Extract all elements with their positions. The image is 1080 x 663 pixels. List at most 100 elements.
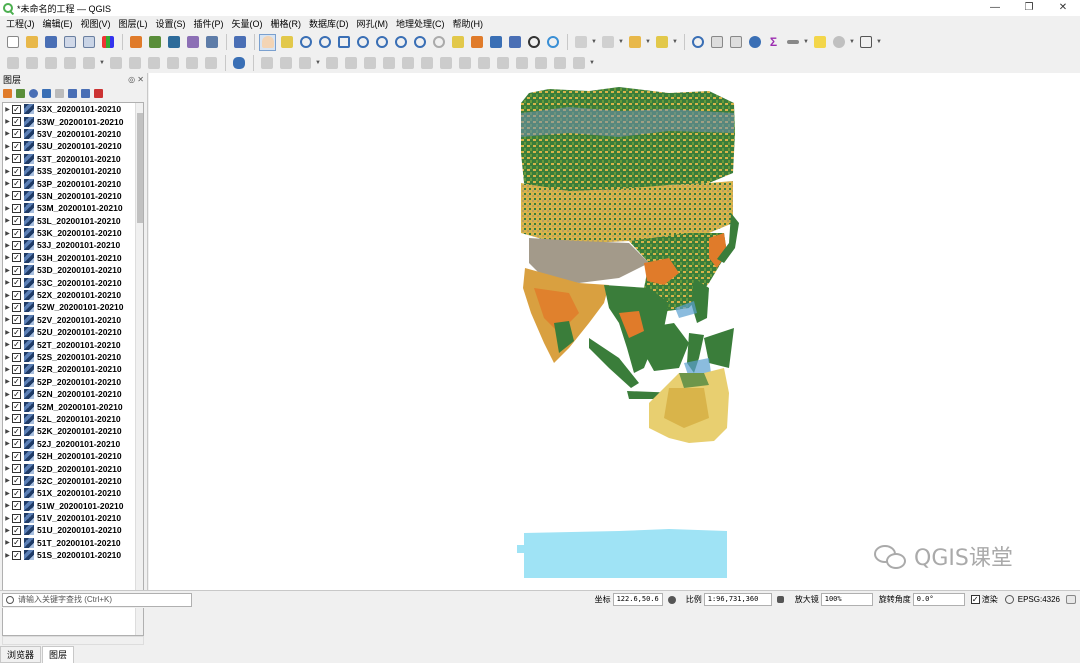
split-features-icon[interactable]	[456, 55, 473, 72]
zoom-out-icon[interactable]	[316, 34, 333, 51]
zoom-last-icon[interactable]	[411, 34, 428, 51]
scale-field[interactable]: 1:96,731,360	[703, 593, 772, 606]
layer-row[interactable]: ▶ ✓ 52V_20200101-20210	[3, 314, 143, 326]
layer-visibility-checkbox[interactable]: ✓	[12, 513, 21, 523]
new-project-icon[interactable]	[4, 34, 21, 51]
minimize-button[interactable]: —	[978, 0, 1012, 16]
layer-row[interactable]: ▶ ✓ 52U_20200101-20210	[3, 326, 143, 338]
layer-row[interactable]: ▶ ✓ 53K_20200101-20210	[3, 227, 143, 239]
layer-row[interactable]: ▶ ✓ 53L_20200101-20210	[3, 215, 143, 227]
layer-row[interactable]: ▶ ✓ 52D_20200101-20210	[3, 462, 143, 474]
database-icon[interactable]	[230, 55, 247, 72]
magnifier-field[interactable]: 100%	[820, 593, 873, 606]
new-print-layout-icon[interactable]	[61, 34, 78, 51]
select-features-icon[interactable]	[572, 34, 589, 51]
current-edits-icon[interactable]	[4, 55, 21, 72]
expand-arrow-icon[interactable]: ▶	[3, 515, 12, 522]
layer-visibility-checkbox[interactable]: ✓	[12, 253, 21, 263]
expand-arrow-icon[interactable]: ▶	[3, 118, 12, 125]
map-canvas[interactable]: QGIS课堂	[149, 73, 1080, 590]
render-checkbox[interactable]: ✓	[970, 595, 980, 604]
save-project-icon[interactable]	[42, 34, 59, 51]
tab-layers[interactable]: 图层	[42, 646, 75, 663]
layer-visibility-checkbox[interactable]: ✓	[12, 191, 21, 201]
redo-icon[interactable]	[202, 55, 219, 72]
lock-scale-icon[interactable]	[775, 594, 787, 606]
layer-row[interactable]: ▶ ✓ 51S_20200101-20210	[3, 549, 143, 561]
pin-labels-icon[interactable]	[570, 55, 587, 72]
expand-arrow-icon[interactable]: ▶	[3, 465, 12, 472]
chevron-down-icon[interactable]: ▼	[315, 60, 321, 66]
layer-row[interactable]: ▶ ✓ 53V_20200101-20210	[3, 128, 143, 140]
expand-arrow-icon[interactable]: ▶	[3, 490, 12, 497]
simplify-feature-icon[interactable]	[296, 55, 313, 72]
layer-tree[interactable]: ▶ ✓ 53X_20200101-20210 ▶ ✓ 53W_20200101-20210…	[2, 102, 144, 636]
locator-search[interactable]: 请输入关键字查找 (Ctrl+K)	[2, 592, 192, 607]
layer-visibility-checkbox[interactable]: ✓	[12, 117, 21, 127]
identify-features-icon[interactable]	[689, 34, 706, 51]
layer-visibility-checkbox[interactable]: ✓	[12, 203, 21, 213]
add-group-icon[interactable]	[16, 88, 25, 98]
chevron-down-icon[interactable]: ▼	[803, 39, 809, 45]
zoom-layer-icon[interactable]	[373, 34, 390, 51]
layer-row[interactable]: ▶ ✓ 51W_20200101-20210	[3, 500, 143, 512]
layer-row[interactable]: ▶ ✓ 53C_20200101-20210	[3, 276, 143, 288]
layer-row[interactable]: ▶ ✓ 52P_20200101-20210	[3, 376, 143, 388]
expand-arrow-icon[interactable]: ▶	[3, 329, 12, 336]
remove-layer-icon[interactable]	[94, 88, 103, 98]
layer-row[interactable]: ▶ ✓ 52L_20200101-20210	[3, 413, 143, 425]
layer-visibility-checkbox[interactable]: ✓	[12, 141, 21, 151]
expand-arrow-icon[interactable]: ▶	[3, 378, 12, 385]
expand-arrow-icon[interactable]: ▶	[3, 155, 12, 162]
add-feature-icon[interactable]	[61, 55, 78, 72]
expand-arrow-icon[interactable]: ▶	[3, 403, 12, 410]
layer-visibility-checkbox[interactable]: ✓	[12, 179, 21, 189]
horizontal-scrollbar[interactable]	[2, 636, 144, 645]
layer-visibility-checkbox[interactable]: ✓	[12, 525, 21, 535]
layer-visibility-checkbox[interactable]: ✓	[12, 290, 21, 300]
zoom-full-icon[interactable]	[335, 34, 352, 51]
menu-database[interactable]: 数据库(D)	[309, 17, 349, 30]
expand-arrow-icon[interactable]: ▶	[3, 341, 12, 348]
layer-row[interactable]: ▶ ✓ 53M_20200101-20210	[3, 202, 143, 214]
menu-raster[interactable]: 栅格(R)	[271, 17, 302, 30]
layer-visibility-checkbox[interactable]: ✓	[12, 302, 21, 312]
messages-icon[interactable]	[1064, 593, 1078, 607]
delete-selected-icon[interactable]	[107, 55, 124, 72]
menu-project[interactable]: 工程(J)	[6, 17, 35, 30]
panel-float-close-icons[interactable]: ◎ ✕	[128, 75, 144, 84]
chevron-down-icon[interactable]: ▼	[849, 39, 855, 45]
layer-row[interactable]: ▶ ✓ 53U_20200101-20210	[3, 140, 143, 152]
layer-row[interactable]: ▶ ✓ 52K_20200101-20210	[3, 425, 143, 437]
rotate-feature-icon[interactable]	[277, 55, 294, 72]
expand-arrow-icon[interactable]: ▶	[3, 217, 12, 224]
rotation-field[interactable]: 0.0°	[912, 593, 965, 606]
expand-arrow-icon[interactable]: ▶	[3, 453, 12, 460]
expand-arrow-icon[interactable]: ▶	[3, 304, 12, 311]
delete-part-icon[interactable]	[399, 55, 416, 72]
expand-arrow-icon[interactable]: ▶	[3, 552, 12, 559]
expand-arrow-icon[interactable]: ▶	[3, 440, 12, 447]
select-by-value-icon[interactable]	[599, 34, 616, 51]
expand-arrow-icon[interactable]: ▶	[3, 130, 12, 137]
advanced-digitizing-icon[interactable]	[258, 55, 275, 72]
layer-visibility-checkbox[interactable]: ✓	[12, 228, 21, 238]
split-parts-icon[interactable]	[475, 55, 492, 72]
close-button[interactable]: ✕	[1046, 0, 1080, 16]
layer-row[interactable]: ▶ ✓ 53W_20200101-20210	[3, 115, 143, 127]
identify-map-icon[interactable]	[203, 34, 220, 51]
expand-arrow-icon[interactable]: ▶	[3, 205, 12, 212]
label-tool-icon[interactable]	[551, 55, 568, 72]
show-bookmarks-icon[interactable]	[506, 34, 523, 51]
deselect-icon[interactable]	[626, 34, 643, 51]
pan-to-selection-icon[interactable]	[278, 34, 295, 51]
menu-edit[interactable]: 编辑(E)	[43, 17, 73, 30]
layer-visibility-checkbox[interactable]: ✓	[12, 265, 21, 275]
expand-arrow-icon[interactable]: ▶	[3, 242, 12, 249]
add-part-icon[interactable]	[342, 55, 359, 72]
expand-arrow-icon[interactable]: ▶	[3, 230, 12, 237]
layer-row[interactable]: ▶ ✓ 53N_20200101-20210	[3, 190, 143, 202]
expand-arrow-icon[interactable]: ▶	[3, 180, 12, 187]
layer-visibility-checkbox[interactable]: ✓	[12, 216, 21, 226]
expand-arrow-icon[interactable]: ▶	[3, 292, 12, 299]
